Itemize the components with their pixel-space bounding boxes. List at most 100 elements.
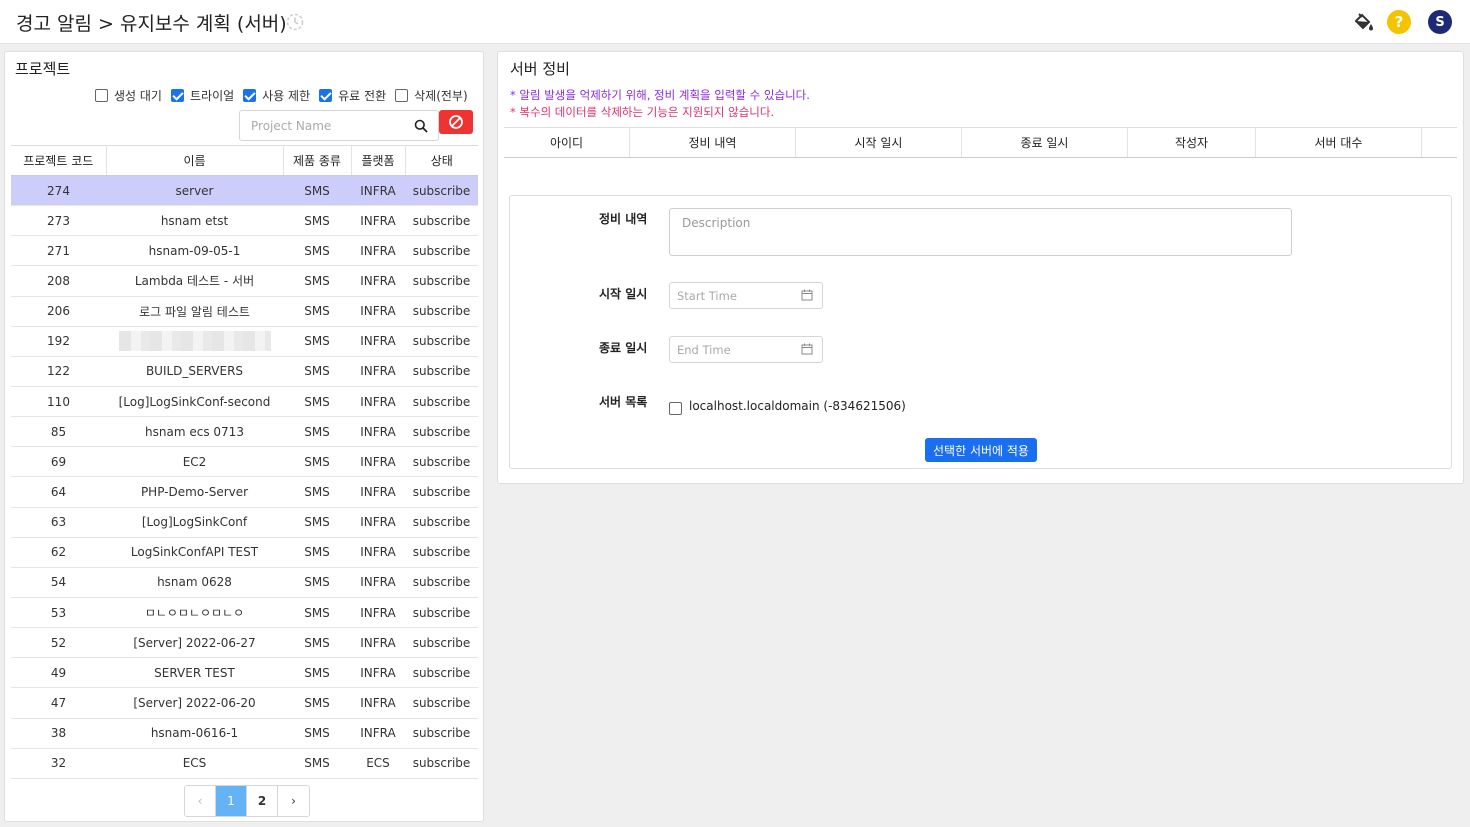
project-name-cell: hsnam-09-05-1 (106, 235, 283, 267)
filter-checkbox[interactable] (395, 89, 409, 102)
table-row[interactable]: 47 [Server] 2022-06-20 SMS INFRA subscribe (11, 687, 478, 719)
project-code-cell: 192 (11, 326, 106, 357)
project-code-cell: 32 (11, 748, 106, 779)
page-button-2[interactable]: 2 (247, 786, 278, 816)
table-row[interactable]: 110 [Log]LogSinkConf-second SMS INFRA subscr… (11, 386, 478, 418)
column-header-empty (1422, 128, 1457, 157)
project-name-cell (106, 326, 283, 357)
product-cell: SMS (283, 718, 351, 749)
table-row[interactable]: 32 ECS SMS ECS subscribe (11, 748, 478, 779)
avatar-letter: S (1435, 14, 1445, 30)
start-time-field[interactable] (670, 283, 795, 308)
paint-bucket-icon[interactable] (1350, 9, 1376, 35)
table-row[interactable]: 274 server SMS INFRA subscribe (11, 175, 478, 207)
table-row[interactable]: 52 [Server] 2022-06-27 SMS INFRA subscribe (11, 627, 478, 659)
avatar[interactable]: S (1428, 10, 1452, 34)
product-cell: SMS (283, 235, 351, 267)
status-cell: subscribe (405, 446, 478, 478)
column-header[interactable]: 아이디 (504, 128, 630, 157)
platform-cell: INFRA (351, 718, 405, 749)
table-row[interactable]: 122 BUILD_SERVERS SMS INFRA subscribe (11, 356, 478, 387)
column-header[interactable]: 서버 대수 (1256, 128, 1422, 157)
description-field[interactable] (669, 208, 1292, 256)
filter-checkbox[interactable] (170, 89, 184, 102)
column-header[interactable]: 작성자 (1128, 128, 1256, 157)
table-row[interactable]: 271 hsnam-09-05-1 SMS INFRA subscribe (11, 235, 478, 267)
table-row[interactable]: 208 Lambda 테스트 - 서버 SMS INFRA subscribe (11, 265, 478, 297)
column-header[interactable]: 시작 일시 (796, 128, 962, 157)
table-row[interactable]: 63 [Log]LogSinkConf SMS INFRA subscribe (11, 507, 478, 538)
page-button-1[interactable]: 1 (216, 786, 247, 816)
filter-checkbox[interactable] (243, 89, 257, 102)
server-option[interactable]: localhost.localdomain (-834621506) (669, 399, 906, 415)
platform-cell: INFRA (351, 597, 405, 629)
page-title: 경고 알림 > 유지보수 계획 (서버) (16, 13, 287, 35)
project-filters: 생성 대기 트라이얼 사용 제한 유료 전환 삭제(전부) (95, 87, 477, 105)
column-header[interactable]: 플랫폼 (351, 145, 406, 176)
table-row[interactable]: 53 ㅁㄴㅇㅁㄴㅇㅁㄴㅇ SMS INFRA subscribe (11, 597, 478, 629)
filter-option[interactable]: 사용 제한 (243, 87, 310, 104)
project-code-cell: 273 (11, 205, 106, 237)
table-row[interactable]: 192 SMS INFRA subscribe (11, 326, 478, 357)
project-name-cell: ㅁㄴㅇㅁㄴㅇㅁㄴㅇ (106, 597, 283, 629)
calendar-icon[interactable] (801, 289, 813, 301)
column-header[interactable]: 종료 일시 (962, 128, 1128, 157)
column-header[interactable]: 제품 종류 (283, 145, 352, 176)
help-icon[interactable]: ? (1387, 10, 1411, 34)
history-icon[interactable] (285, 12, 305, 32)
table-row[interactable]: 62 LogSinkConfAPI TEST SMS INFRA subscribe (11, 537, 478, 568)
next-page-button[interactable]: › (278, 786, 309, 816)
project-name-cell: BUILD_SERVERS (106, 356, 283, 387)
project-code-cell: 206 (11, 296, 106, 327)
ban-icon (449, 115, 463, 129)
status-cell: subscribe (405, 507, 478, 538)
platform-cell: INFRA (351, 235, 405, 267)
table-row[interactable]: 54 hsnam 0628 SMS INFRA subscribe (11, 567, 478, 598)
end-label: 종료 일시 (599, 341, 648, 355)
project-code-cell: 271 (11, 235, 106, 267)
project-name-cell: PHP-Demo-Server (106, 476, 283, 508)
table-row[interactable]: 85 hsnam ecs 0713 SMS INFRA subscribe (11, 416, 478, 448)
table-row[interactable]: 38 hsnam-0616-1 SMS INFRA subscribe (11, 718, 478, 749)
search-icon[interactable] (414, 119, 428, 133)
start-time-box (669, 282, 823, 309)
filter-option[interactable]: 유료 전환 (319, 87, 386, 104)
reset-filter-button[interactable] (439, 110, 473, 134)
product-cell: SMS (283, 627, 351, 659)
project-name-cell: hsnam 0628 (106, 567, 283, 598)
project-name-cell: EC2 (106, 446, 283, 478)
status-cell: subscribe (405, 296, 478, 327)
column-header[interactable]: 프로젝트 코드 (11, 145, 107, 176)
prev-page-button[interactable]: ‹ (185, 786, 216, 816)
filter-option[interactable]: 트라이얼 (170, 87, 235, 104)
project-search-input[interactable] (240, 111, 410, 140)
table-row[interactable]: 206 로그 파일 알림 테스트 SMS INFRA subscribe (11, 296, 478, 327)
apply-to-selected-servers-button[interactable]: 선택한 서버에 적용 (925, 438, 1037, 462)
end-time-field[interactable] (670, 337, 795, 362)
status-cell: subscribe (405, 476, 478, 508)
server-checkbox[interactable] (669, 401, 682, 415)
platform-cell: INFRA (351, 687, 405, 719)
product-cell: SMS (283, 296, 351, 327)
product-cell: SMS (283, 597, 351, 629)
project-code-cell: 52 (11, 627, 106, 659)
help-symbol: ? (1394, 13, 1404, 31)
desc-label: 정비 내역 (599, 212, 648, 226)
filter-option[interactable]: 생성 대기 (95, 87, 162, 104)
filter-label: 트라이얼 (189, 89, 235, 103)
table-row[interactable]: 69 EC2 SMS INFRA subscribe (11, 446, 478, 478)
column-header[interactable]: 정비 내역 (630, 128, 796, 157)
filter-checkbox[interactable] (319, 89, 333, 102)
maintenance-table-header: 아이디 정비 내역 시작 일시 종료 일시 작성자 서버 대수 (504, 127, 1457, 158)
column-header[interactable]: 이름 (106, 145, 284, 176)
filter-option[interactable]: 삭제(전부) (395, 87, 468, 104)
table-row[interactable]: 64 PHP-Demo-Server SMS INFRA subscribe (11, 476, 478, 508)
calendar-icon[interactable] (801, 343, 813, 355)
project-name-cell: hsnam etst (106, 205, 283, 237)
column-header[interactable]: 상태 (405, 145, 478, 176)
filter-checkbox[interactable] (95, 89, 108, 102)
project-code-cell: 69 (11, 446, 106, 478)
table-row[interactable]: 273 hsnam etst SMS INFRA subscribe (11, 205, 478, 237)
product-cell: SMS (283, 748, 351, 779)
table-row[interactable]: 49 SERVER TEST SMS INFRA subscribe (11, 657, 478, 689)
